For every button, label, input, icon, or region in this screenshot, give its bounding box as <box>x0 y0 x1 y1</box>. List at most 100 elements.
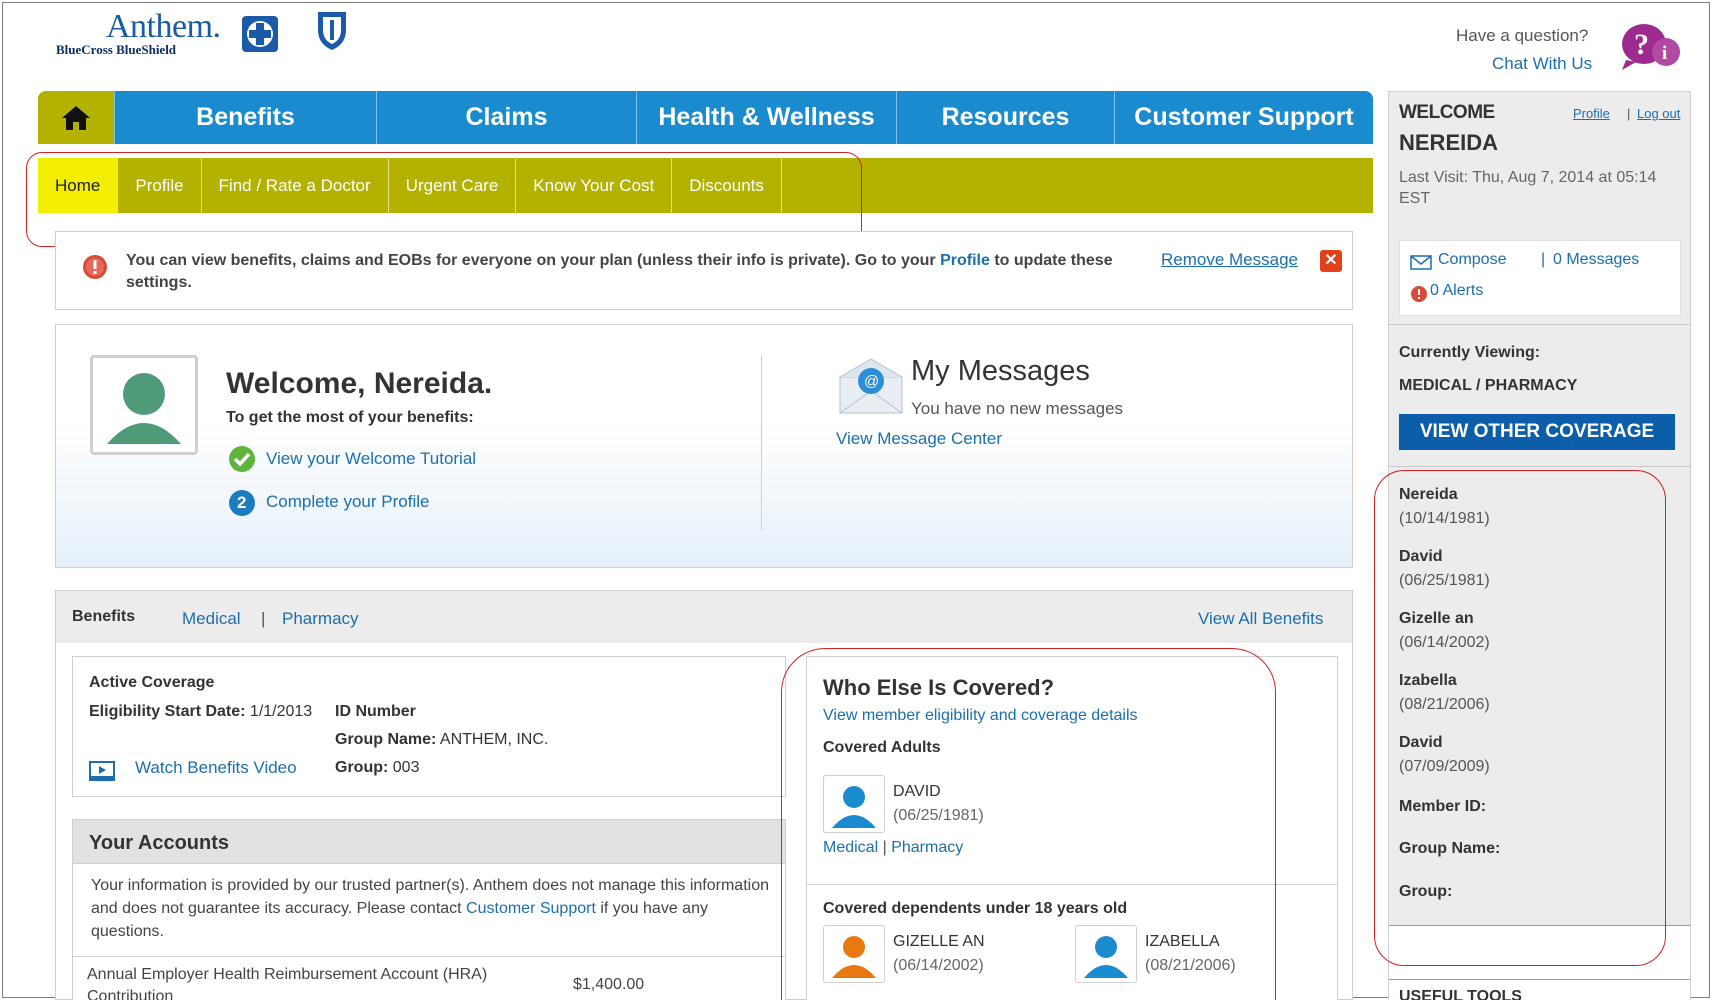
svg-text:i: i <box>1662 43 1667 64</box>
accounts-header: Your Accounts <box>73 820 785 864</box>
subnav-urgent-care[interactable]: Urgent Care <box>389 158 517 213</box>
message-center-link[interactable]: View Message Center <box>836 429 1002 449</box>
subnav-home[interactable]: Home <box>38 158 119 213</box>
sidebar-member-dob: (06/14/2002) <box>1399 634 1490 651</box>
covered-title: Who Else Is Covered? <box>823 675 1055 700</box>
sidebar-member-name[interactable]: David <box>1399 548 1443 566</box>
who-else-covered-card: Who Else Is Covered? View member eligibi… <box>806 656 1338 1000</box>
blue-shield-icon <box>316 8 348 52</box>
help-question-text: Have a question? <box>1456 26 1589 45</box>
adult-pharmacy-link[interactable]: Pharmacy <box>891 839 963 856</box>
welcome-title: Welcome, Nereida. <box>226 367 493 400</box>
avatar-icon <box>823 775 885 833</box>
covered-adults-label: Covered Adults <box>823 739 941 756</box>
accounts-row-divider <box>73 956 785 957</box>
alert-icon <box>83 255 107 279</box>
home-tab[interactable] <box>38 91 114 144</box>
group-name-label: Group Name: <box>1399 840 1501 857</box>
avatar-icon <box>823 925 885 983</box>
subnav-discounts[interactable]: Discounts <box>672 158 782 213</box>
subnav-know-your-cost[interactable]: Know Your Cost <box>516 158 673 213</box>
complete-profile-link[interactable]: Complete your Profile <box>266 492 429 512</box>
view-other-coverage-button[interactable]: VIEW OTHER COVERAGE <box>1399 414 1675 450</box>
envelope-icon <box>1410 255 1432 270</box>
sidebar-member-name[interactable]: Izabella <box>1399 672 1457 690</box>
customer-support-link[interactable]: Customer Support <box>466 900 596 917</box>
home-icon <box>62 105 90 130</box>
welcome-subtitle: To get the most of your benefits: <box>226 409 474 426</box>
dependent-name: IZABELLA <box>1145 933 1220 950</box>
id-number-label: ID Number <box>335 703 416 720</box>
account-sidebar: WELCOME NEREIDA Profile | Log out Last V… <box>1388 91 1691 1000</box>
member-id-label: Member ID: <box>1399 798 1487 815</box>
help-chat-icon[interactable]: ? i <box>1620 20 1682 72</box>
messages-count-link[interactable]: 0 Messages <box>1553 251 1639 269</box>
sidebar-profile-link[interactable]: Profile <box>1573 106 1610 121</box>
tab-health-wellness[interactable]: Health & Wellness <box>636 91 896 144</box>
sidebar-member-dob: (07/09/2009) <box>1399 758 1490 775</box>
eligibility-start: Eligibility Start Date: 1/1/2013 <box>89 703 313 720</box>
adult-medical-link[interactable]: Medical <box>823 839 878 856</box>
adult-name: DAVID <box>893 783 941 800</box>
step-number: 2 <box>237 493 247 512</box>
active-coverage-title: Active Coverage <box>89 674 215 691</box>
adult-dob: (06/25/1981) <box>893 807 984 824</box>
view-all-benefits-link[interactable]: View All Benefits <box>1198 609 1323 629</box>
avatar-icon <box>90 355 198 455</box>
benefits-medical-link[interactable]: Medical <box>182 609 241 629</box>
close-icon[interactable]: ✕ <box>1320 250 1342 272</box>
svg-text:?: ? <box>1634 28 1649 61</box>
main-nav: Benefits Claims Health & Wellness Resour… <box>38 91 1373 144</box>
benefits-pharmacy-link[interactable]: Pharmacy <box>282 609 359 629</box>
sidebar-member-name[interactable]: Nereida <box>1399 486 1458 504</box>
sidebar-divider <box>1389 979 1690 980</box>
tab-benefits[interactable]: Benefits <box>114 91 376 144</box>
welcome-tutorial-link[interactable]: View your Welcome Tutorial <box>266 449 476 469</box>
logout-link[interactable]: Log out <box>1637 106 1680 121</box>
group-name: Group Name: ANTHEM, INC. <box>335 731 549 748</box>
sidebar-member-dob: (10/14/1981) <box>1399 510 1490 527</box>
notice-banner: You can view benefits, claims and EOBs f… <box>55 231 1353 310</box>
blue-cross-icon <box>242 16 278 52</box>
member-eligibility-link[interactable]: View member eligibility and coverage det… <box>823 707 1138 725</box>
accounts-info-text: Your information is provided by our trus… <box>91 877 769 940</box>
alert-icon <box>1411 286 1427 302</box>
tab-resources[interactable]: Resources <box>896 91 1114 144</box>
last-visit-text: Last Visit: Thu, Aug 7, 2014 at 05:14 ES… <box>1399 169 1657 207</box>
benefits-heading: Benefits <box>72 608 136 625</box>
video-icon <box>89 761 115 781</box>
compose-link[interactable]: Compose <box>1438 251 1506 269</box>
remove-message-link[interactable]: Remove Message <box>1161 250 1298 270</box>
sidebar-message-separator: | <box>1541 251 1546 268</box>
sidebar-member-name[interactable]: Gizelle an <box>1399 610 1474 628</box>
currently-viewing-label: Currently Viewing: <box>1399 344 1541 361</box>
notice-profile-link[interactable]: Profile <box>940 252 990 269</box>
active-coverage-card: Active Coverage Eligibility Start Date: … <box>72 656 786 797</box>
accounts-title: Your Accounts <box>89 832 230 854</box>
group: Group: 003 <box>335 759 420 776</box>
brand-logo-text[interactable]: Anthem. <box>106 8 221 46</box>
welcome-divider <box>761 355 762 530</box>
sidebar-welcome: WELCOME <box>1399 102 1495 123</box>
subnav-profile[interactable]: Profile <box>118 158 202 213</box>
sidebar-member-name[interactable]: David <box>1399 734 1443 752</box>
avatar-icon <box>1075 925 1137 983</box>
sidebar-divider <box>1389 466 1690 467</box>
benefits-panel: Benefits Medical | Pharmacy View All Ben… <box>55 590 1353 1000</box>
brand-logo-subtitle: BlueCross BlueShield <box>56 42 177 57</box>
your-accounts-card: Your Accounts Your information is provid… <box>72 819 786 1000</box>
subnav-find-rate-doctor[interactable]: Find / Rate a Doctor <box>202 158 389 213</box>
dependent-name: GIZELLE AN <box>893 933 985 950</box>
welcome-panel: Welcome, Nereida. To get the most of you… <box>55 324 1353 568</box>
alerts-link[interactable]: 0 Alerts <box>1430 282 1483 300</box>
notice-text: You can view benefits, claims and EOBs f… <box>126 252 1113 291</box>
watch-benefits-video-link[interactable]: Watch Benefits Video <box>135 758 297 778</box>
chat-with-us-link[interactable]: Chat With Us <box>1492 54 1592 74</box>
tab-claims[interactable]: Claims <box>376 91 636 144</box>
useful-tools-heading: USEFUL TOOLS <box>1399 988 1522 1000</box>
tab-customer-support[interactable]: Customer Support <box>1114 91 1373 144</box>
dependent-dob: (06/14/2002) <box>893 957 984 974</box>
hra-contribution-label: Annual Employer Health Reimbursement Acc… <box>87 966 488 1000</box>
sidebar-member-dob: (06/25/1981) <box>1399 572 1490 589</box>
sidebar-messages-box: Compose | 0 Messages 0 Alerts <box>1399 240 1681 316</box>
